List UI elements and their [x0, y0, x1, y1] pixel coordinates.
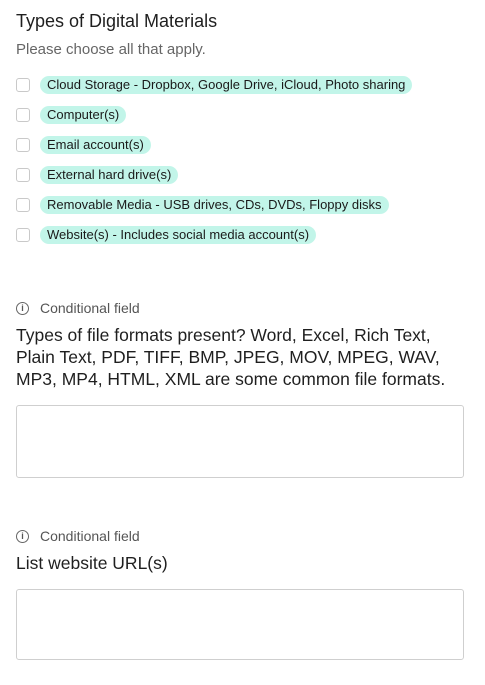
digital-materials-title: Types of Digital Materials — [16, 11, 218, 31]
checkbox[interactable] — [16, 78, 30, 92]
option-label[interactable]: External hard drive(s) — [40, 166, 179, 184]
checkbox[interactable] — [16, 138, 30, 152]
digital-materials-options: Cloud Storage - Dropbox, Google Drive, i… — [16, 70, 463, 250]
option-external-hard-drives[interactable]: External hard drive(s) — [16, 160, 463, 190]
option-cloud-storage[interactable]: Cloud Storage - Dropbox, Google Drive, i… — [16, 70, 463, 100]
website-urls-section: i Conditional field List website URL(s) — [16, 528, 464, 660]
option-label[interactable]: Website(s) - Includes social media accou… — [40, 226, 317, 244]
file-formats-question: Types of file formats present? Word, Exc… — [16, 325, 446, 389]
checkbox[interactable] — [16, 198, 30, 212]
option-label[interactable]: Computer(s) — [40, 106, 127, 124]
option-websites[interactable]: Website(s) - Includes social media accou… — [16, 220, 463, 250]
website-urls-question: List website URL(s) — [16, 553, 168, 573]
file-formats-input[interactable] — [16, 405, 464, 478]
option-computers[interactable]: Computer(s) — [16, 100, 463, 130]
conditional-field-label: Conditional field — [40, 300, 140, 316]
info-icon: i — [16, 529, 29, 543]
option-label[interactable]: Removable Media - USB drives, CDs, DVDs,… — [40, 196, 389, 214]
info-icon: i — [16, 301, 29, 315]
option-email-accounts[interactable]: Email account(s) — [16, 130, 463, 160]
conditional-field-label: Conditional field — [40, 528, 140, 544]
digital-materials-section: Types of Digital Materials Please choose… — [16, 10, 463, 250]
file-formats-section: i Conditional field Types of file format… — [16, 300, 464, 478]
digital-materials-helper: Please choose all that apply. — [16, 41, 206, 58]
checkbox[interactable] — [16, 108, 30, 122]
checkbox[interactable] — [16, 168, 30, 182]
option-removable-media[interactable]: Removable Media - USB drives, CDs, DVDs,… — [16, 190, 463, 220]
conditional-field-indicator: i Conditional field — [16, 528, 463, 544]
checkbox[interactable] — [16, 228, 30, 242]
option-label[interactable]: Cloud Storage - Dropbox, Google Drive, i… — [40, 76, 413, 94]
option-label[interactable]: Email account(s) — [40, 136, 151, 154]
website-urls-input[interactable] — [16, 589, 464, 660]
conditional-field-indicator: i Conditional field — [16, 300, 463, 316]
